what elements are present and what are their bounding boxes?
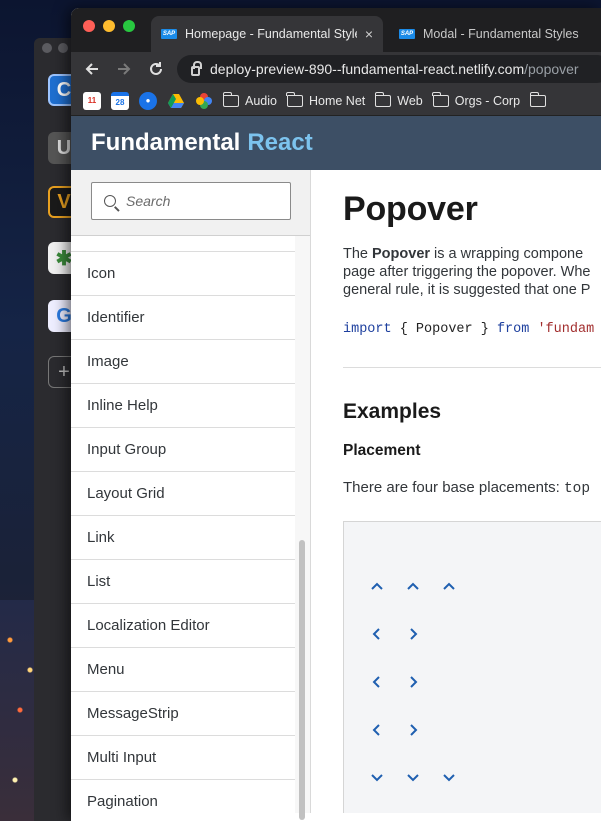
- reload-icon[interactable]: [145, 58, 167, 80]
- folder-icon: [374, 91, 392, 107]
- sidebar-item-multi-input[interactable]: Multi Input: [71, 736, 295, 780]
- gmail-icon[interactable]: 11: [83, 91, 101, 110]
- contacts-icon[interactable]: ●: [139, 91, 157, 110]
- import-code-snippet: import { Popover } from 'fundam: [343, 322, 595, 337]
- sidebar-item-layout-grid[interactable]: Layout Grid: [71, 472, 295, 516]
- sidebar-item-pagination[interactable]: Pagination: [71, 780, 295, 821]
- sidebar-item-image[interactable]: Image: [71, 340, 295, 384]
- folder-icon: [222, 91, 239, 107]
- browser-toolbar: deploy-preview-890--fundamental-react.ne…: [71, 52, 601, 86]
- main-content: Popover The Popover is a wrapping compon…: [311, 170, 601, 813]
- sidebar-item-inline-help[interactable]: Inline Help: [71, 384, 295, 428]
- chevron-up-icon[interactable]: [367, 576, 387, 596]
- chevron-down-icon[interactable]: [403, 768, 423, 788]
- sidebar-item-list[interactable]: List: [71, 560, 295, 604]
- search-input[interactable]: [126, 193, 266, 209]
- sap-favicon-icon: SAP: [161, 29, 177, 39]
- tab-close-icon[interactable]: ×: [365, 26, 373, 42]
- forward-arrow-icon[interactable]: [113, 58, 135, 80]
- back-arrow-icon[interactable]: [81, 58, 103, 80]
- chevron-up-icon[interactable]: [403, 576, 423, 596]
- component-list: Forms Icon Identifier Image Inline Help …: [71, 208, 295, 821]
- sap-favicon-icon: SAP: [399, 29, 415, 39]
- folder-icon: [432, 91, 449, 107]
- sidebar-nav: Forms Icon Identifier Image Inline Help …: [71, 170, 311, 821]
- address-bar[interactable]: deploy-preview-890--fundamental-react.ne…: [177, 55, 601, 83]
- sidebar-item-icon[interactable]: Icon: [71, 252, 295, 296]
- chevron-left-icon[interactable]: [367, 672, 387, 692]
- placement-heading: Placement: [343, 442, 421, 459]
- site-header: Fundamental React: [71, 116, 601, 170]
- photos-icon[interactable]: [195, 92, 213, 110]
- sidebar-item-menu[interactable]: Menu: [71, 648, 295, 692]
- minimize-window-button[interactable]: [103, 20, 115, 32]
- chevron-left-icon[interactable]: [367, 720, 387, 740]
- sidebar-item-link[interactable]: Link: [71, 516, 295, 560]
- intro-paragraph: The Popover is a wrapping compone page a…: [343, 246, 591, 298]
- sidebar-scrollbar[interactable]: [299, 540, 305, 820]
- tab-strip: SAP Homepage - Fundamental Styles × SAP …: [71, 8, 601, 52]
- folder-icon: [529, 91, 547, 107]
- placement-description: There are four base placements: top: [343, 479, 591, 497]
- page-body: Forms Icon Identifier Image Inline Help …: [71, 170, 601, 821]
- bookmark-folder-audio[interactable]: Audio: [222, 91, 277, 108]
- search-icon: [104, 195, 116, 207]
- tab-homepage[interactable]: SAP Homepage - Fundamental Styles ×: [151, 16, 383, 52]
- folder-icon: [286, 91, 303, 107]
- chevron-right-icon[interactable]: [403, 720, 423, 740]
- bookmark-folder-home-net[interactable]: Home Net: [286, 91, 365, 108]
- browser-window: SAP Homepage - Fundamental Styles × SAP …: [71, 8, 601, 821]
- bookmark-folder-overflow[interactable]: [529, 91, 547, 107]
- sidebar-item-localization-editor[interactable]: Localization Editor: [71, 604, 295, 648]
- close-window-button[interactable]: [83, 20, 95, 32]
- tab-title: Homepage - Fundamental Styles: [185, 27, 357, 41]
- brand-accent[interactable]: React: [247, 129, 312, 157]
- placement-code: top: [563, 481, 591, 497]
- sidebar-item-messagestrip[interactable]: MessageStrip: [71, 692, 295, 736]
- sidebar-item-identifier[interactable]: Identifier: [71, 296, 295, 340]
- chevron-right-icon[interactable]: [403, 672, 423, 692]
- bookmark-folder-orgs-corp[interactable]: Orgs - Corp: [432, 91, 520, 108]
- chevron-down-icon[interactable]: [439, 768, 459, 788]
- lock-icon: [191, 61, 202, 76]
- chevron-down-icon[interactable]: [367, 768, 387, 788]
- tab-modal[interactable]: SAP Modal - Fundamental Styles: [389, 16, 601, 52]
- brand-name[interactable]: Fundamental: [91, 129, 240, 157]
- window-controls: [83, 20, 135, 32]
- chevron-right-icon[interactable]: [403, 624, 423, 644]
- placement-example-panel: [343, 521, 601, 813]
- examples-heading: Examples: [343, 400, 442, 423]
- sidebar-search-area: [71, 170, 310, 236]
- section-divider: [343, 367, 601, 368]
- drive-icon[interactable]: [167, 92, 185, 110]
- page-title: Popover: [343, 190, 478, 228]
- url-text: deploy-preview-890--fundamental-react.ne…: [210, 61, 579, 77]
- tab-title: Modal - Fundamental Styles: [423, 27, 579, 41]
- chevron-up-icon[interactable]: [439, 576, 459, 596]
- search-field[interactable]: [91, 182, 291, 220]
- maximize-window-button[interactable]: [123, 20, 135, 32]
- chevron-left-icon[interactable]: [367, 624, 387, 644]
- bookmarks-bar: 11 28 ● Audio Home Net Web Orgs - Corp: [71, 86, 601, 116]
- calendar-icon[interactable]: 28: [111, 91, 129, 110]
- bookmark-folder-web[interactable]: Web: [374, 91, 423, 108]
- sidebar-item-input-group[interactable]: Input Group: [71, 428, 295, 472]
